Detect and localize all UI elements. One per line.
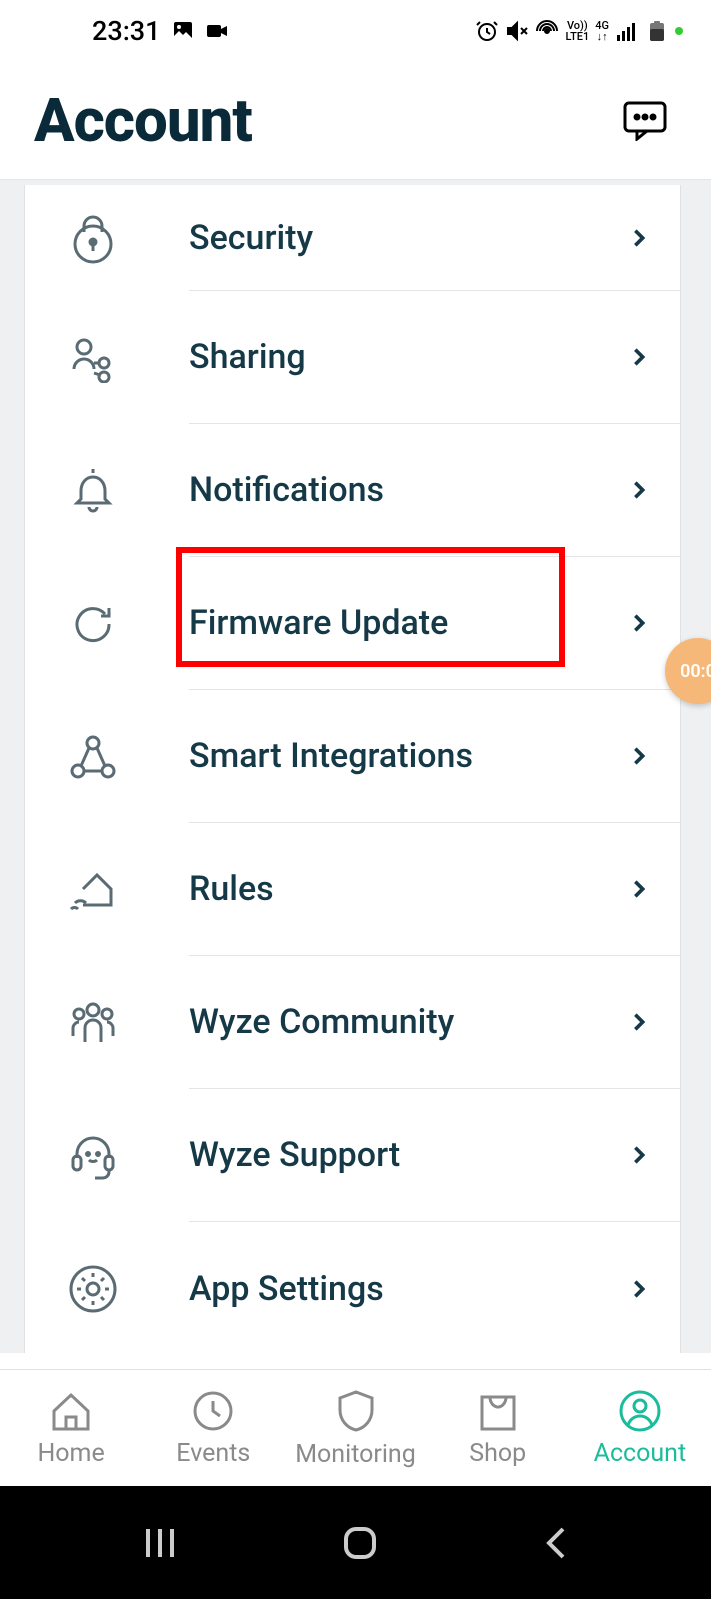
shield-icon	[336, 1388, 376, 1434]
chat-icon[interactable]	[623, 101, 667, 141]
chevron-right-icon	[628, 1011, 650, 1033]
timer-text: 00:0	[680, 661, 711, 682]
tab-shop[interactable]: Shop	[427, 1370, 569, 1486]
row-sharing[interactable]: Sharing	[25, 291, 680, 424]
chevron-right-icon	[628, 1144, 650, 1166]
row-wyze-support[interactable]: Wyze Support	[25, 1089, 680, 1222]
row-wyze-community[interactable]: Wyze Community	[25, 956, 680, 1089]
status-right: Vo))LTE1 4G↓↑	[475, 19, 683, 43]
tab-label: Home	[37, 1439, 104, 1468]
row-label: App Settings	[189, 1269, 384, 1309]
lock-icon	[61, 212, 125, 264]
bell-icon	[61, 465, 125, 517]
refresh-icon	[61, 600, 125, 648]
content-area: Security Sharing Notifications	[0, 180, 711, 1353]
recent-apps-button[interactable]	[140, 1523, 180, 1563]
row-label: Wyze Support	[189, 1135, 400, 1175]
row-label: Sharing	[189, 337, 306, 377]
row-label: Wyze Community	[189, 1002, 454, 1042]
battery-icon	[645, 19, 669, 43]
status-time: 23:31	[92, 15, 161, 47]
row-label: Security	[189, 218, 313, 258]
row-label: Firmware Update	[189, 603, 448, 643]
row-firmware-update[interactable]: Firmware Update	[25, 557, 680, 690]
tab-account[interactable]: Account	[569, 1370, 711, 1486]
home-icon	[48, 1389, 94, 1433]
tab-label: Shop	[469, 1439, 526, 1468]
bag-icon	[476, 1389, 520, 1433]
tab-monitoring[interactable]: Monitoring	[284, 1370, 426, 1486]
share-icon	[61, 333, 125, 383]
row-label: Rules	[189, 869, 274, 909]
gear-icon	[61, 1264, 125, 1314]
status-left: 23:31	[92, 15, 229, 47]
people-icon	[61, 998, 125, 1048]
signal-icon	[615, 19, 639, 43]
account-icon	[618, 1389, 662, 1433]
row-smart-integrations[interactable]: Smart Integrations	[25, 690, 680, 823]
tab-label: Account	[594, 1439, 687, 1468]
row-rules[interactable]: Rules	[25, 823, 680, 956]
page-title: Account	[34, 85, 252, 156]
status-bar: 23:31 Vo))LTE1 4G↓↑	[0, 0, 711, 62]
tab-events[interactable]: Events	[142, 1370, 284, 1486]
back-button[interactable]	[541, 1523, 571, 1563]
mute-icon	[505, 19, 529, 43]
row-notifications[interactable]: Notifications	[25, 424, 680, 557]
gallery-icon	[171, 19, 195, 43]
chevron-right-icon	[628, 1278, 650, 1300]
row-app-settings[interactable]: App Settings	[25, 1222, 680, 1353]
home-signal-icon	[61, 865, 125, 915]
chevron-right-icon	[628, 612, 650, 634]
chevron-right-icon	[628, 479, 650, 501]
hotspot-icon	[535, 19, 559, 43]
chevron-right-icon	[628, 346, 650, 368]
chevron-right-icon	[628, 227, 650, 249]
system-nav-bar	[0, 1486, 711, 1599]
headset-icon	[61, 1130, 125, 1182]
chevron-right-icon	[628, 745, 650, 767]
settings-list: Security Sharing Notifications	[24, 185, 681, 1353]
row-label: Notifications	[189, 470, 384, 510]
row-security[interactable]: Security	[25, 185, 680, 291]
clock-icon	[191, 1389, 235, 1433]
row-label: Smart Integrations	[189, 736, 473, 776]
volte-icon: Vo))LTE1	[565, 20, 589, 42]
tab-home[interactable]: Home	[0, 1370, 142, 1486]
network-icon: 4G↓↑	[595, 20, 609, 42]
alarm-icon	[475, 19, 499, 43]
tab-label: Monitoring	[295, 1440, 416, 1469]
dot-icon	[675, 27, 683, 35]
triangle-nodes-icon	[61, 733, 125, 781]
video-icon	[205, 19, 229, 43]
home-button[interactable]	[340, 1523, 380, 1563]
header: Account	[0, 62, 711, 180]
chevron-right-icon	[628, 878, 650, 900]
tab-bar: Home Events Monitoring Shop Account	[0, 1369, 711, 1486]
tab-label: Events	[176, 1439, 250, 1468]
